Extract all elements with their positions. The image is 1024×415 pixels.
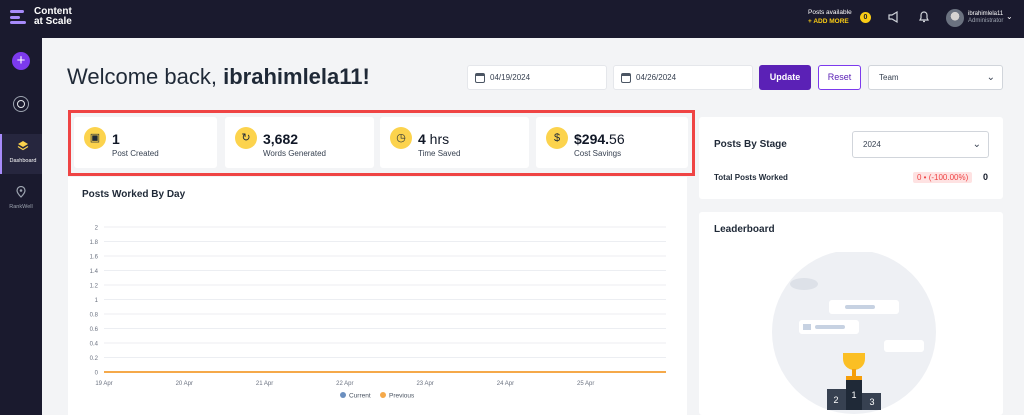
- stat-card-cost-savings: $ $294.56 Cost Savings: [536, 117, 688, 168]
- chevron-down-icon: ⌄: [986, 72, 995, 83]
- y-tick-label: 1.4: [90, 269, 99, 275]
- posts-by-day-panel: Posts Worked By Day 2 1.8 1.6 1.4 1.2 1 0.8 0.6…: [68, 177, 687, 415]
- stat-label: Words Generated: [263, 149, 326, 158]
- start-date-value: 04/19/2024: [490, 73, 531, 82]
- create-button[interactable]: +: [12, 52, 30, 70]
- posts-by-stage-title: Posts By Stage: [714, 139, 787, 150]
- svg-text:2: 2: [833, 395, 838, 405]
- total-posts-value: 0: [983, 172, 989, 182]
- y-tick-label: 0.2: [90, 356, 99, 362]
- bell-icon[interactable]: [916, 10, 932, 26]
- user-role: Administrator: [968, 18, 1004, 24]
- sidebar-item-rankwell[interactable]: RankWell: [0, 184, 42, 218]
- user-avatar[interactable]: [946, 9, 964, 27]
- y-tick-label: 1.2: [90, 284, 99, 290]
- total-posts-label: Total Posts Worked: [714, 173, 788, 182]
- logo-text-line2: at Scale: [34, 16, 72, 27]
- leaderboard-panel: Leaderboard 1 2 3: [699, 212, 1003, 415]
- posts-by-stage-panel: Posts By Stage Total Posts Worked 0 • (-…: [699, 117, 1003, 199]
- y-tick-label: 0.6: [90, 327, 99, 333]
- sidebar-item-dashboard[interactable]: Dashboard: [0, 134, 42, 174]
- stat-label: Cost Savings: [574, 149, 622, 158]
- stat-card-time-saved: ◷ 4 hrs Time Saved: [380, 117, 529, 168]
- y-tick-label: 1.6: [90, 255, 99, 261]
- line-chart: 2 1.8 1.6 1.4 1.2 1 0.8 0.6 0.4 0.2 0 19 Apr 20 Apr 2…: [90, 226, 666, 400]
- svg-text:1: 1: [851, 390, 856, 400]
- user-name: ibrahimlela11: [968, 11, 1004, 17]
- y-tick-label: 0.4: [90, 342, 99, 348]
- x-tick-label: 21 Apr: [256, 381, 273, 387]
- calendar-icon: [475, 73, 485, 83]
- chevron-down-icon: ⌄: [972, 139, 981, 150]
- legend-marker: [380, 392, 386, 398]
- posts-available: Posts available + ADD MORE: [808, 8, 852, 26]
- y-tick-label: 2: [95, 226, 99, 232]
- end-date-value: 04/26/2024: [636, 73, 677, 82]
- page-title: Welcome back, ibrahimlela11!: [67, 64, 370, 90]
- sidebar-item-label: Dashboard: [9, 158, 37, 164]
- legend-label: Previous: [389, 393, 415, 400]
- stat-card-words-generated: ↻ 3,682 Words Generated: [225, 117, 374, 168]
- stat-card-posts-created: ▣ 1 Post Created: [74, 117, 217, 168]
- calendar-icon: [621, 73, 631, 83]
- svg-text:3: 3: [869, 397, 874, 407]
- search-icon[interactable]: [13, 96, 29, 112]
- posts-count-badge: 0: [860, 12, 871, 23]
- update-button[interactable]: Update: [759, 65, 811, 90]
- y-tick-label: 1: [95, 298, 99, 304]
- layers-icon: [17, 141, 29, 151]
- sidebar: + Dashboard RankWell: [0, 38, 42, 415]
- stat-label: Time Saved: [418, 149, 461, 158]
- year-select-value: 2024: [863, 140, 881, 149]
- team-select[interactable]: Team ⌄: [868, 65, 1003, 90]
- stat-value: 3,682: [263, 131, 299, 147]
- chevron-down-icon[interactable]: ⌄: [1006, 12, 1013, 21]
- leaderboard-title: Leaderboard: [714, 224, 775, 235]
- megaphone-icon[interactable]: [886, 10, 902, 26]
- welcome-prefix: Welcome back,: [67, 64, 224, 89]
- posts-available-label: Posts available: [808, 9, 852, 16]
- change-badge: 0 • (-100.00%): [913, 172, 973, 183]
- app-logo[interactable]: Content at Scale: [10, 7, 72, 27]
- dollar-icon: $: [546, 127, 568, 149]
- clock-icon: ◷: [390, 127, 412, 149]
- stat-value: 4 hrs: [418, 131, 450, 147]
- y-tick-label: 0.8: [90, 313, 99, 319]
- user-menu[interactable]: ibrahimlela11 Administrator: [968, 11, 1003, 25]
- sidebar-item-label: RankWell: [9, 204, 33, 210]
- legend-label: Current: [349, 393, 371, 400]
- reset-button[interactable]: Reset: [818, 65, 861, 90]
- stat-label: Post Created: [112, 149, 159, 158]
- y-tick-label: 0: [95, 371, 99, 377]
- team-select-value: Team: [879, 73, 899, 82]
- text-icon: ↻: [235, 127, 257, 149]
- stat-value: 1: [112, 131, 120, 147]
- top-bar: Content at Scale Posts available + ADD M…: [0, 0, 1024, 38]
- x-tick-label: 20 Apr: [176, 381, 193, 387]
- logo-icon: [10, 8, 28, 26]
- x-tick-label: 22 Apr: [336, 381, 353, 387]
- document-icon: ▣: [84, 127, 106, 149]
- x-tick-label: 19 Apr: [95, 381, 112, 387]
- stat-value: $294.56: [574, 131, 625, 147]
- y-tick-label: 1.8: [90, 240, 99, 246]
- x-tick-label: 25 Apr: [577, 381, 594, 387]
- end-date-field[interactable]: 04/26/2024: [613, 65, 753, 90]
- location-pin-icon: [16, 186, 26, 198]
- start-date-field[interactable]: 04/19/2024: [467, 65, 607, 90]
- add-more-link[interactable]: + ADD MORE: [808, 17, 852, 26]
- legend-marker: [340, 392, 346, 398]
- welcome-username: ibrahimlela11!: [223, 64, 370, 89]
- x-tick-label: 23 Apr: [416, 381, 433, 387]
- x-tick-label: 24 Apr: [497, 381, 514, 387]
- year-select[interactable]: 2024 ⌄: [852, 131, 989, 158]
- trophy-illustration: 1 2 3: [772, 252, 936, 414]
